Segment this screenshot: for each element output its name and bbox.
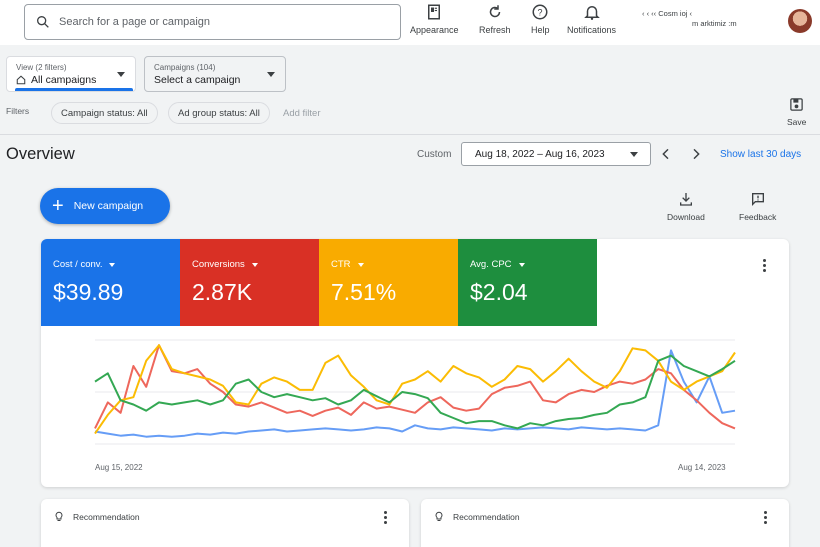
notifications-button[interactable]: Notifications (567, 3, 616, 35)
plus-icon: + (52, 195, 64, 217)
metric-label-text: Cost / conv. (53, 259, 103, 270)
date-range-picker[interactable]: Aug 18, 2022 – Aug 16, 2023 (461, 142, 651, 166)
metric-label: Cost / conv. (53, 259, 116, 270)
view-selector-underline (15, 88, 133, 91)
filters-label: Filters (6, 106, 30, 116)
metric-label: CTR (331, 259, 364, 270)
recommendation-title: Recommendation (453, 512, 520, 522)
metric-value: $39.89 (53, 279, 124, 305)
new-campaign-button[interactable]: + New campaign (40, 188, 170, 224)
account-line-1: ‹ ‹ ‹‹ Cosm ioj ‹ (642, 9, 692, 18)
caret-down-icon (357, 262, 364, 267)
more-options-icon[interactable] (764, 511, 767, 524)
campaign-selector[interactable]: Campaigns (104) Select a campaign (144, 56, 286, 92)
metric-tile-cost-per-conv[interactable]: Cost / conv. $39.89 (41, 239, 180, 326)
help-label: Help (531, 25, 550, 35)
chevron-down-icon (267, 72, 275, 77)
series-line-ctr (94, 344, 736, 435)
series-line-conversions (94, 344, 736, 430)
recommendation-card[interactable]: Recommendation (41, 499, 409, 547)
download-button[interactable]: Download (667, 191, 705, 222)
recommendation-title: Recommendation (73, 512, 140, 522)
help-button[interactable]: ? Help (531, 3, 550, 35)
search-input[interactable]: Search for a page or campaign (24, 4, 401, 40)
performance-line-chart (94, 339, 736, 445)
campaign-selector-label: Select a campaign (154, 74, 241, 86)
save-button[interactable]: Save (787, 97, 806, 127)
refresh-icon (489, 5, 500, 18)
show-last-30-days-link[interactable]: Show last 30 days (720, 149, 801, 160)
metric-value: $2.04 (470, 279, 528, 305)
add-filter-button[interactable]: Add filter (283, 108, 321, 119)
metric-label-text: CTR (331, 259, 351, 270)
caret-down-icon (518, 262, 525, 267)
metric-value: 2.87K (192, 279, 253, 305)
metric-value: 7.51% (331, 279, 397, 305)
x-axis-end-label: Aug 14, 2023 (678, 463, 726, 472)
page-title: Overview (6, 145, 75, 163)
divider (0, 134, 820, 135)
chevron-right-icon[interactable] (688, 146, 704, 162)
view-selector[interactable]: View (2 filters) All campaigns (6, 56, 136, 92)
save-label: Save (787, 117, 807, 127)
caret-down-icon (109, 262, 116, 267)
download-icon (679, 193, 692, 206)
appearance-label: Appearance (410, 25, 459, 35)
search-icon (37, 15, 49, 28)
download-label: Download (667, 212, 705, 222)
refresh-button[interactable]: Refresh (479, 3, 511, 35)
metric-label: Conversions (192, 259, 258, 270)
date-range-type-label: Custom (417, 149, 452, 160)
refresh-label: Refresh (479, 25, 511, 35)
metric-tile-avg-cpc[interactable]: Avg. CPC $2.04 (458, 239, 597, 326)
metric-label-text: Conversions (192, 259, 245, 270)
lightbulb-icon (55, 511, 63, 521)
recommendation-card[interactable]: Recommendation (421, 499, 789, 547)
appearance-button[interactable]: Appearance (410, 3, 459, 35)
home-icon (16, 75, 26, 85)
bell-icon (583, 6, 600, 20)
caret-down-icon (251, 262, 258, 267)
x-axis-start-label: Aug 15, 2022 (95, 463, 143, 472)
lightbulb-icon (435, 511, 443, 521)
metric-label-text: Avg. CPC (470, 259, 512, 270)
filter-chip-ad-group-status[interactable]: Ad group status: All (168, 102, 270, 124)
svg-text:?: ? (538, 7, 543, 17)
account-line-2: m arktimiz :m (692, 19, 737, 28)
chevron-down-icon (117, 72, 125, 77)
date-range-value: Aug 18, 2022 – Aug 16, 2023 (475, 148, 605, 160)
view-selector-value: All campaigns (16, 74, 96, 86)
new-campaign-label: New campaign (73, 200, 144, 212)
top-bar: Search for a page or campaign Appearance… (0, 0, 820, 45)
search-placeholder: Search for a page or campaign (59, 16, 211, 28)
view-selector-label: All campaigns (31, 74, 97, 86)
appearance-icon (428, 4, 441, 20)
save-icon (790, 98, 803, 111)
chevron-left-icon[interactable] (658, 146, 674, 162)
feedback-label: Feedback (739, 212, 777, 222)
campaign-selector-caption: Campaigns (104) (154, 63, 216, 72)
more-options-icon[interactable] (762, 259, 766, 272)
chevron-down-icon (630, 152, 638, 157)
avatar[interactable] (788, 9, 812, 33)
feedback-icon (751, 193, 764, 206)
feedback-button[interactable]: Feedback (739, 191, 776, 222)
help-icon: ? (532, 4, 548, 20)
metric-tile-conversions[interactable]: Conversions 2.87K (180, 239, 319, 326)
more-options-icon[interactable] (384, 511, 387, 524)
performance-card: Cost / conv. $39.89 Conversions 2.87K CT… (41, 239, 789, 487)
account-info[interactable]: ‹ ‹ ‹‹ Cosm ioj ‹ m arktimiz :m (642, 9, 737, 29)
view-selector-caption: View (2 filters) (16, 63, 67, 72)
filter-chip-campaign-status[interactable]: Campaign status: All (51, 102, 158, 124)
notifications-label: Notifications (567, 25, 617, 35)
metric-tile-ctr[interactable]: CTR 7.51% (319, 239, 458, 326)
metric-label: Avg. CPC (470, 259, 525, 270)
